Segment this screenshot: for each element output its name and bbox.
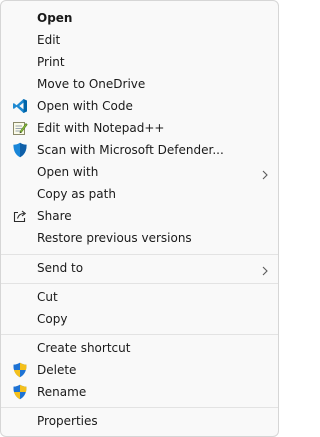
uac-shield-icon [12,384,28,400]
menu-item-label: Restore previous versions [37,231,192,245]
menu-separator [1,407,278,408]
menu-item-label: Open with [37,165,99,179]
menu-item-restore-previous-versions[interactable]: Restore previous versions [5,227,274,249]
menu-item-move-to-onedrive[interactable]: Move to OneDrive [5,73,274,95]
menu-item-label: Rename [37,385,87,399]
menu-item-label: Scan with Microsoft Defender... [37,143,224,157]
menu-item-open[interactable]: Open [5,7,274,29]
menu-item-label: Create shortcut [37,341,131,355]
menu-item-print[interactable]: Print [5,51,274,73]
menu-item-cut[interactable]: Cut [5,286,274,308]
menu-item-send-to[interactable]: Send to [5,257,274,279]
menu-item-label: Open [37,11,73,25]
menu-item-label: Edit [37,33,61,47]
menu-item-label: Delete [37,363,77,377]
menu-item-label: Copy as path [37,187,116,201]
menu-item-label: Share [37,209,72,223]
menu-item-label: Cut [37,290,58,304]
menu-separator [1,334,278,335]
vscode-icon [12,98,28,114]
share-icon [12,208,28,224]
menu-item-scan-defender[interactable]: Scan with Microsoft Defender... [5,139,274,161]
menu-separator [1,283,278,284]
menu-item-copy[interactable]: Copy [5,308,274,330]
notepadpp-icon [12,120,28,136]
menu-item-label: Edit with Notepad++ [37,121,165,135]
menu-item-label: Send to [37,261,84,275]
menu-item-label: Copy [37,312,68,326]
menu-item-share[interactable]: Share [5,205,274,227]
uac-shield-icon [12,362,28,378]
menu-separator [1,254,278,255]
menu-item-properties[interactable]: Properties [5,410,274,432]
menu-item-label: Print [37,55,65,69]
context-menu: Open Edit Print Move to OneDrive Open wi… [0,0,279,437]
defender-shield-icon [12,142,28,158]
menu-item-label: Move to OneDrive [37,77,146,91]
menu-item-copy-as-path[interactable]: Copy as path [5,183,274,205]
menu-item-open-with-code[interactable]: Open with Code [5,95,274,117]
menu-item-edit[interactable]: Edit [5,29,274,51]
menu-item-rename[interactable]: Rename [5,381,274,403]
menu-item-create-shortcut[interactable]: Create shortcut [5,337,274,359]
chevron-right-icon [260,262,270,276]
menu-item-label: Open with Code [37,99,133,113]
menu-item-edit-with-notepadpp[interactable]: Edit with Notepad++ [5,117,274,139]
menu-item-label: Properties [37,414,98,428]
chevron-right-icon [260,166,270,180]
menu-item-open-with[interactable]: Open with [5,161,274,183]
menu-item-delete[interactable]: Delete [5,359,274,381]
